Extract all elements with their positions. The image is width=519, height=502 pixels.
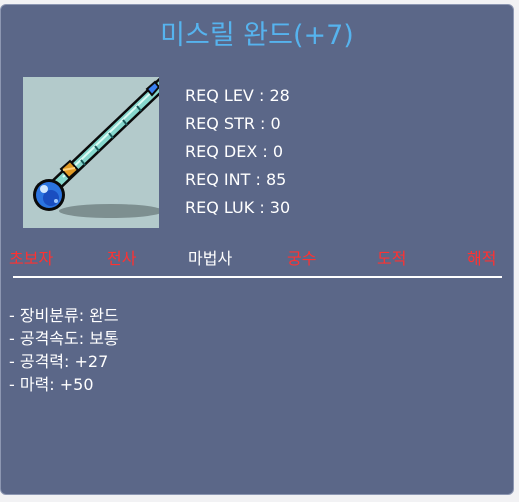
req-luk: REQ LUK : 30 [185, 198, 291, 217]
job-beginner: 초보자 [9, 249, 54, 268]
req-int: REQ INT : 85 [185, 170, 287, 189]
detail-attack: - 공격력: +27 [9, 352, 109, 371]
detail-magic: - 마력: +50 [9, 375, 94, 394]
req-dex: REQ DEX : 0 [185, 142, 284, 161]
item-image [23, 77, 159, 228]
job-pirate: 해적 [467, 249, 497, 268]
detail-category: - 장비분류: 완드 [9, 306, 119, 325]
req-level: REQ LEV : 28 [185, 86, 290, 105]
requirements-list: REQ LEV : 28 REQ STR : 0 REQ DEX : 0 REQ… [185, 82, 290, 222]
job-bowman: 궁수 [287, 249, 317, 268]
item-tooltip: 미스릴 완드(+7) REQ LEV: 28 REQ STR: 0 REQ … [0, 4, 514, 495]
detail-attack-speed: - 공격속도: 보통 [9, 329, 119, 348]
job-list: 초보자 전사 마법사 궁수 도적 해적 [1, 248, 509, 272]
job-warrior: 전사 [107, 249, 137, 268]
job-magician: 마법사 [188, 249, 233, 268]
job-thief: 도적 [377, 249, 407, 268]
item-details: - 장비분류: 완드 - 공격속도: 보통 - 공격력: +27 - 마력: +… [9, 304, 119, 396]
req-str: REQ STR : 0 [185, 114, 281, 133]
mithril-wand-icon [33, 77, 159, 218]
divider [13, 276, 502, 278]
item-name: 미스릴 완드(+7) [160, 20, 354, 51]
